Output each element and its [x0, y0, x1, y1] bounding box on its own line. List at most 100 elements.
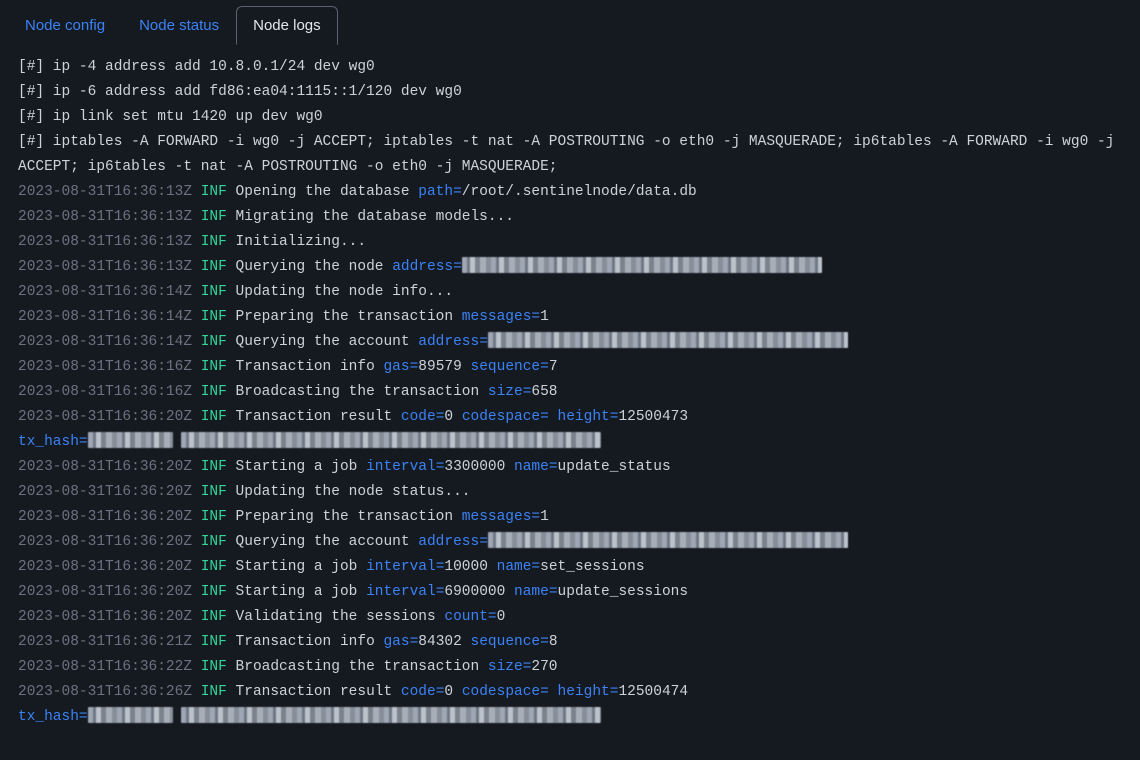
log-line: 2023-08-31T16:36:20Z INF Starting a job … [18, 580, 1122, 605]
log-line: 2023-08-31T16:36:20Z INF Transaction res… [18, 405, 1122, 430]
log-message: Starting a job [236, 584, 358, 600]
log-key: code= [401, 409, 445, 425]
log-line: 2023-08-31T16:36:16Z INF Broadcasting th… [18, 380, 1122, 405]
log-message: Broadcasting the transaction [236, 384, 480, 400]
log-message: Transaction info [236, 359, 375, 375]
log-level: INF [201, 334, 227, 350]
log-value: /root/.sentinelnode/data.db [462, 184, 697, 200]
log-timestamp: 2023-08-31T16:36:14Z [18, 309, 192, 325]
log-value: 658 [531, 384, 557, 400]
log-key: count= [444, 609, 496, 625]
tab-node-status[interactable]: Node status [122, 6, 236, 45]
log-timestamp: 2023-08-31T16:36:14Z [18, 284, 192, 300]
log-level: INF [201, 459, 227, 475]
log-key: name= [497, 559, 541, 575]
log-key: tx_hash= [18, 434, 88, 450]
log-value: update_status [558, 459, 671, 475]
log-message: Preparing the transaction [236, 309, 454, 325]
log-key: messages= [462, 309, 540, 325]
redacted-value [181, 707, 601, 723]
redacted-value [88, 707, 173, 723]
log-line: [#] iptables -A FORWARD -i wg0 -j ACCEPT… [18, 130, 1122, 180]
log-value: 89579 [418, 359, 462, 375]
tab-node-config[interactable]: Node config [8, 6, 122, 45]
log-key: name= [514, 584, 558, 600]
log-level: INF [201, 209, 227, 225]
log-message: Querying the account [236, 334, 410, 350]
log-message: Querying the account [236, 534, 410, 550]
log-timestamp: 2023-08-31T16:36:20Z [18, 609, 192, 625]
log-line: 2023-08-31T16:36:14Z INF Querying the ac… [18, 330, 1122, 355]
log-timestamp: 2023-08-31T16:36:13Z [18, 234, 192, 250]
log-level: INF [201, 509, 227, 525]
log-key: gas= [383, 634, 418, 650]
log-key: gas= [383, 359, 418, 375]
log-timestamp: 2023-08-31T16:36:20Z [18, 534, 192, 550]
log-line: 2023-08-31T16:36:21Z INF Transaction inf… [18, 630, 1122, 655]
log-line: 2023-08-31T16:36:13Z INF Querying the no… [18, 255, 1122, 280]
log-timestamp: 2023-08-31T16:36:20Z [18, 484, 192, 500]
log-key: messages= [462, 509, 540, 525]
log-line: [#] ip link set mtu 1420 up dev wg0 [18, 105, 1122, 130]
log-key: height= [558, 684, 619, 700]
log-timestamp: 2023-08-31T16:36:20Z [18, 559, 192, 575]
log-value: 0 [444, 409, 453, 425]
log-key: codespace= [462, 409, 549, 425]
log-key: size= [488, 659, 532, 675]
log-value: 3300000 [444, 459, 505, 475]
log-timestamp: 2023-08-31T16:36:20Z [18, 509, 192, 525]
log-timestamp: 2023-08-31T16:36:21Z [18, 634, 192, 650]
log-key: sequence= [471, 359, 549, 375]
log-message: Updating the node info... [236, 284, 454, 300]
log-timestamp: 2023-08-31T16:36:14Z [18, 334, 192, 350]
log-level: INF [201, 609, 227, 625]
log-value: 8 [549, 634, 558, 650]
log-value: 0 [444, 684, 453, 700]
redacted-value [88, 432, 173, 448]
log-timestamp: 2023-08-31T16:36:20Z [18, 584, 192, 600]
log-key: tx_hash= [18, 709, 88, 725]
log-line: 2023-08-31T16:36:20Z INF Preparing the t… [18, 505, 1122, 530]
log-message: Transaction result [236, 409, 393, 425]
log-message: Opening the database [236, 184, 410, 200]
log-line: 2023-08-31T16:36:20Z INF Updating the no… [18, 480, 1122, 505]
log-line: 2023-08-31T16:36:13Z INF Initializing... [18, 230, 1122, 255]
log-line: 2023-08-31T16:36:13Z INF Opening the dat… [18, 180, 1122, 205]
log-level: INF [201, 309, 227, 325]
log-level: INF [201, 359, 227, 375]
log-line: tx_hash= [18, 430, 1122, 455]
log-timestamp: 2023-08-31T16:36:26Z [18, 684, 192, 700]
log-key: address= [392, 259, 462, 275]
log-message: Transaction info [236, 634, 375, 650]
log-value: 7 [549, 359, 558, 375]
log-timestamp: 2023-08-31T16:36:22Z [18, 659, 192, 675]
log-timestamp: 2023-08-31T16:36:20Z [18, 459, 192, 475]
log-value: 270 [531, 659, 557, 675]
log-output[interactable]: [#] ip -4 address add 10.8.0.1/24 dev wg… [0, 45, 1140, 760]
log-line: 2023-08-31T16:36:26Z INF Transaction res… [18, 680, 1122, 705]
log-line: 2023-08-31T16:36:22Z INF Broadcasting th… [18, 655, 1122, 680]
log-message: Broadcasting the transaction [236, 659, 480, 675]
log-line: 2023-08-31T16:36:20Z INF Querying the ac… [18, 530, 1122, 555]
log-line: [#] ip -4 address add 10.8.0.1/24 dev wg… [18, 55, 1122, 80]
log-key: path= [418, 184, 462, 200]
log-value: 0 [497, 609, 506, 625]
log-level: INF [201, 234, 227, 250]
tab-node-logs[interactable]: Node logs [236, 6, 338, 45]
log-value: 1 [540, 309, 549, 325]
log-message: Migrating the database models... [236, 209, 514, 225]
log-level: INF [201, 534, 227, 550]
log-message: Validating the sessions [236, 609, 436, 625]
redacted-value [181, 432, 601, 448]
log-message: Initializing... [236, 234, 367, 250]
log-line: 2023-08-31T16:36:20Z INF Starting a job … [18, 555, 1122, 580]
log-key: height= [558, 409, 619, 425]
log-message: Starting a job [236, 559, 358, 575]
redacted-value [462, 257, 822, 273]
log-value: set_sessions [540, 559, 644, 575]
log-level: INF [201, 184, 227, 200]
log-value: 84302 [418, 634, 462, 650]
log-value: 12500474 [618, 684, 688, 700]
log-value: 6900000 [444, 584, 505, 600]
log-line: 2023-08-31T16:36:13Z INF Migrating the d… [18, 205, 1122, 230]
